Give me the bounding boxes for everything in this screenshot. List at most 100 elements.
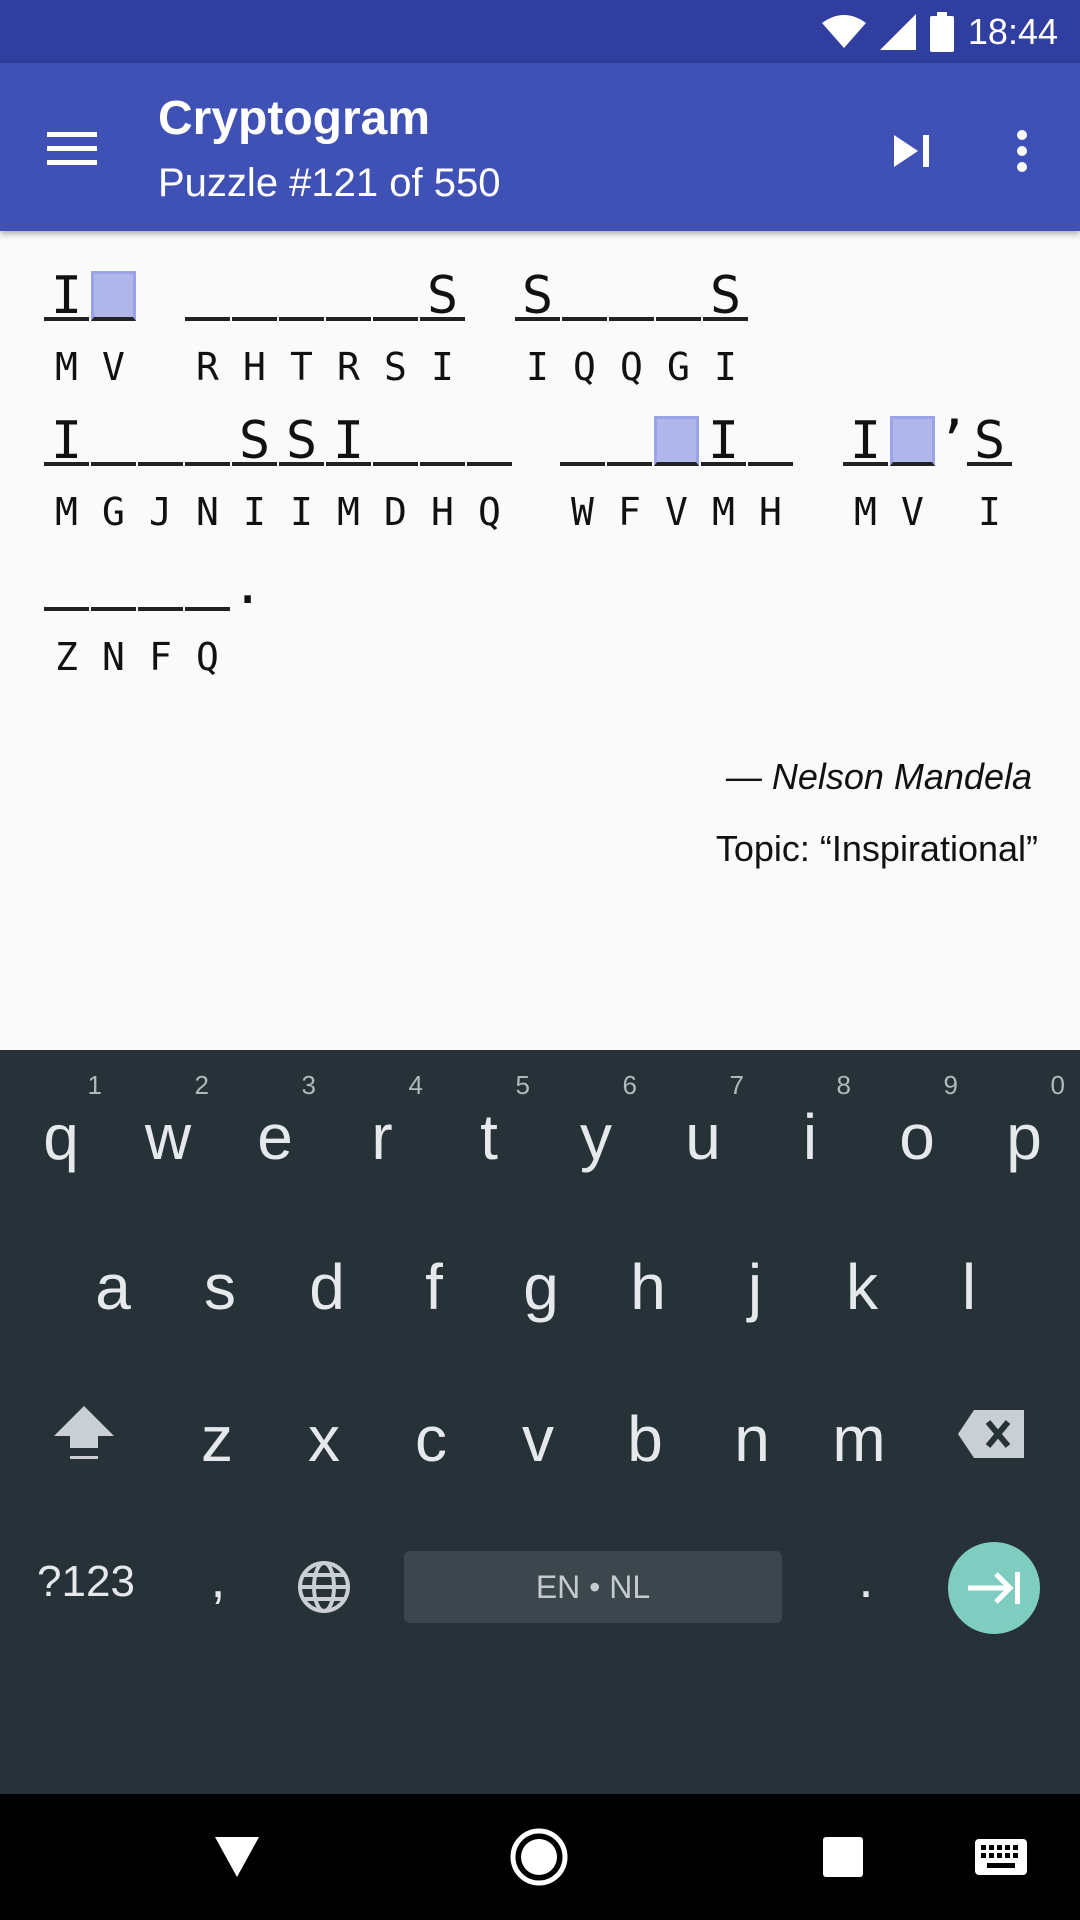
- wifi-icon: [821, 15, 866, 48]
- key-w[interactable]: w2: [123, 1070, 213, 1190]
- letter-cell[interactable]: T: [279, 231, 326, 389]
- letter-cell[interactable]: IM: [843, 376, 890, 534]
- key-i[interactable]: i8: [765, 1070, 855, 1190]
- cipher-letter: M: [854, 490, 877, 534]
- key-r[interactable]: r4: [337, 1070, 427, 1190]
- letter-slot: [562, 271, 607, 321]
- letter-slot: [607, 416, 652, 466]
- skip-puzzle-button[interactable]: [876, 115, 948, 187]
- letter-cell[interactable]: W: [560, 376, 607, 534]
- key-label: v: [522, 1403, 554, 1475]
- key-o[interactable]: o9: [872, 1070, 962, 1190]
- key-p[interactable]: p0: [979, 1070, 1069, 1190]
- key-d[interactable]: d: [282, 1250, 372, 1340]
- space-bar[interactable]: EN • NL: [404, 1551, 782, 1623]
- letter-cell[interactable]: V: [91, 231, 138, 389]
- letter-cell[interactable]: SI: [232, 376, 279, 534]
- letter-cell[interactable]: Q: [467, 376, 514, 534]
- letter-cell[interactable]: R: [326, 231, 373, 389]
- letter-cell[interactable]: SI: [967, 376, 1014, 534]
- menu-button[interactable]: [36, 113, 108, 185]
- shift-key[interactable]: [44, 1404, 124, 1484]
- period-key[interactable]: .: [846, 1548, 886, 1618]
- key-t[interactable]: t5: [444, 1070, 534, 1190]
- key-q[interactable]: q1: [16, 1070, 106, 1190]
- letter-cell[interactable]: D: [373, 376, 420, 534]
- letter-cell[interactable]: F: [607, 376, 654, 534]
- letter-cell[interactable]: R: [185, 231, 232, 389]
- key-number-hint: 3: [301, 1070, 316, 1100]
- cipher-letter: I: [290, 490, 313, 534]
- key-label: f: [425, 1251, 443, 1323]
- letter-cell[interactable]: S: [373, 231, 420, 389]
- letter-cell[interactable]: IM: [326, 376, 373, 534]
- key-u[interactable]: u7: [658, 1070, 748, 1190]
- language-key[interactable]: [296, 1560, 352, 1616]
- letter-cell[interactable]: H: [748, 376, 795, 534]
- cipher-letter: V: [901, 490, 924, 534]
- symbols-key[interactable]: ?123: [26, 1557, 146, 1617]
- key-a[interactable]: a: [68, 1250, 158, 1340]
- puzzle-word: IMGJNSISIIMDHQ: [44, 376, 514, 534]
- letter-cell[interactable]: IM: [701, 376, 748, 534]
- letter-cell[interactable]: H: [232, 231, 279, 389]
- tab-next-icon: [968, 1572, 1020, 1604]
- signal-icon: [879, 14, 916, 50]
- letter-slot: S: [279, 415, 324, 467]
- key-k[interactable]: k: [817, 1250, 907, 1340]
- key-l[interactable]: l: [924, 1250, 1014, 1340]
- letter-cell[interactable]: H: [420, 376, 467, 534]
- letter-cell[interactable]: Q: [609, 231, 656, 389]
- letter-cell[interactable]: Q: [185, 521, 232, 679]
- home-icon: [510, 1828, 568, 1886]
- keyboard-switch-button[interactable]: [964, 1820, 1038, 1894]
- key-c[interactable]: c: [386, 1402, 476, 1492]
- letter-cell[interactable]: IM: [44, 231, 91, 389]
- key-m[interactable]: m: [814, 1402, 904, 1492]
- comma-key[interactable]: ,: [196, 1548, 240, 1618]
- key-x[interactable]: x: [279, 1402, 369, 1492]
- key-f[interactable]: f: [389, 1250, 479, 1340]
- overflow-menu-button[interactable]: [986, 115, 1058, 187]
- recents-button[interactable]: [806, 1820, 880, 1894]
- letter-slot: [420, 416, 465, 466]
- letter-cell[interactable]: F: [138, 521, 185, 679]
- key-label: i: [802, 1101, 818, 1173]
- letter-cell[interactable]: Z: [44, 521, 91, 679]
- puzzle-word: ZNFQ.: [44, 521, 263, 679]
- key-y[interactable]: y6: [551, 1070, 641, 1190]
- key-n[interactable]: n: [707, 1402, 797, 1492]
- letter-cell[interactable]: SI: [703, 231, 750, 389]
- navigation-bar: [0, 1794, 1080, 1920]
- key-e[interactable]: e3: [230, 1070, 320, 1190]
- key-h[interactable]: h: [603, 1250, 693, 1340]
- punctuation-cell: ’: [937, 376, 968, 516]
- back-button[interactable]: [200, 1820, 274, 1894]
- key-s[interactable]: s: [175, 1250, 265, 1340]
- letter-slot: I: [701, 415, 746, 467]
- letter-slot: [44, 561, 89, 611]
- letter-cell[interactable]: J: [138, 376, 185, 534]
- key-b[interactable]: b: [600, 1402, 690, 1492]
- key-g[interactable]: g: [496, 1250, 586, 1340]
- letter-cell[interactable]: IM: [44, 376, 91, 534]
- home-button[interactable]: [502, 1820, 576, 1894]
- letter-cell[interactable]: G: [656, 231, 703, 389]
- key-label: j: [747, 1251, 763, 1323]
- letter-cell[interactable]: SI: [420, 231, 467, 389]
- letter-cell[interactable]: SI: [279, 376, 326, 534]
- letter-cell[interactable]: N: [185, 376, 232, 534]
- app-subtitle: Puzzle #121 of 550: [158, 161, 501, 205]
- key-z[interactable]: z: [172, 1402, 262, 1492]
- letter-cell[interactable]: Q: [562, 231, 609, 389]
- letter-cell[interactable]: G: [91, 376, 138, 534]
- letter-cell[interactable]: V: [654, 376, 701, 534]
- letter-cell[interactable]: V: [890, 376, 937, 534]
- key-v[interactable]: v: [493, 1402, 583, 1492]
- enter-key[interactable]: [948, 1542, 1040, 1634]
- key-number-hint: 1: [87, 1070, 102, 1100]
- backspace-key[interactable]: [956, 1410, 1026, 1470]
- key-j[interactable]: j: [710, 1250, 800, 1340]
- letter-cell[interactable]: N: [91, 521, 138, 679]
- letter-cell[interactable]: SI: [515, 231, 562, 389]
